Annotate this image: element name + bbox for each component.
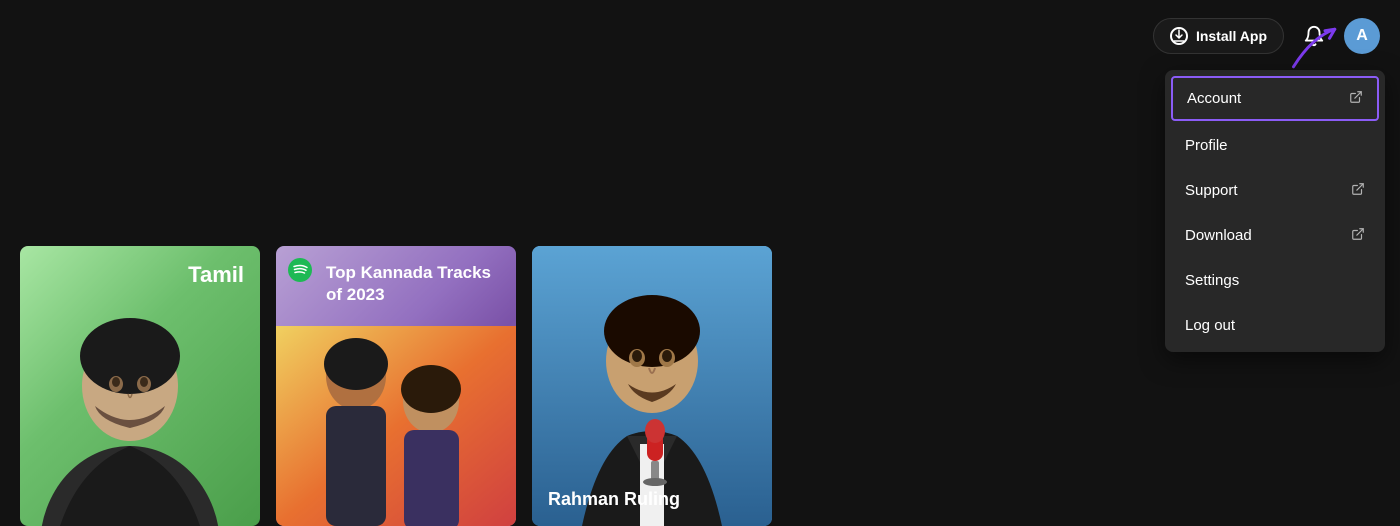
rahman-card[interactable]: Rahman Ruling bbox=[532, 246, 772, 526]
external-link-icon-support bbox=[1351, 182, 1365, 199]
account-label: Account bbox=[1187, 90, 1241, 107]
dropdown-item-logout[interactable]: Log out bbox=[1165, 303, 1385, 348]
kannada-persons-graphic bbox=[276, 326, 516, 526]
dropdown-item-account[interactable]: Account bbox=[1171, 76, 1379, 121]
dropdown-item-download[interactable]: Download bbox=[1165, 213, 1385, 258]
dropdown-item-support[interactable]: Support bbox=[1165, 168, 1385, 213]
dropdown-item-settings[interactable]: Settings bbox=[1165, 258, 1385, 303]
kannada-card[interactable]: Top Kannada Tracksof 2023 bbox=[276, 246, 516, 526]
spotify-logo-kannada bbox=[288, 258, 312, 282]
install-app-button[interactable]: Install App bbox=[1153, 18, 1284, 54]
header: Install App A bbox=[0, 0, 1400, 72]
external-link-icon-account bbox=[1349, 90, 1363, 107]
tamil-person-graphic bbox=[20, 266, 260, 526]
install-app-label: Install App bbox=[1196, 28, 1267, 44]
cards-area: Tamil To bbox=[0, 246, 792, 526]
dropdown-menu: Account Profile Support Download bbox=[1165, 70, 1385, 352]
kannada-card-title: Top Kannada Tracksof 2023 bbox=[326, 262, 506, 306]
rahman-card-title: Rahman Ruling bbox=[548, 489, 680, 510]
external-link-icon-download bbox=[1351, 227, 1365, 244]
profile-label: Profile bbox=[1185, 137, 1228, 154]
download-circle-icon bbox=[1170, 27, 1188, 45]
dropdown-item-profile[interactable]: Profile bbox=[1165, 123, 1385, 168]
rahman-person-graphic bbox=[532, 246, 772, 526]
logout-label: Log out bbox=[1185, 317, 1235, 334]
pointer-arrow-icon bbox=[1286, 18, 1346, 78]
avatar-letter: A bbox=[1356, 27, 1368, 45]
avatar-button[interactable]: A bbox=[1344, 18, 1380, 54]
support-label: Support bbox=[1185, 182, 1238, 199]
settings-label: Settings bbox=[1185, 272, 1239, 289]
tamil-card[interactable]: Tamil bbox=[20, 246, 260, 526]
download-label: Download bbox=[1185, 227, 1252, 244]
